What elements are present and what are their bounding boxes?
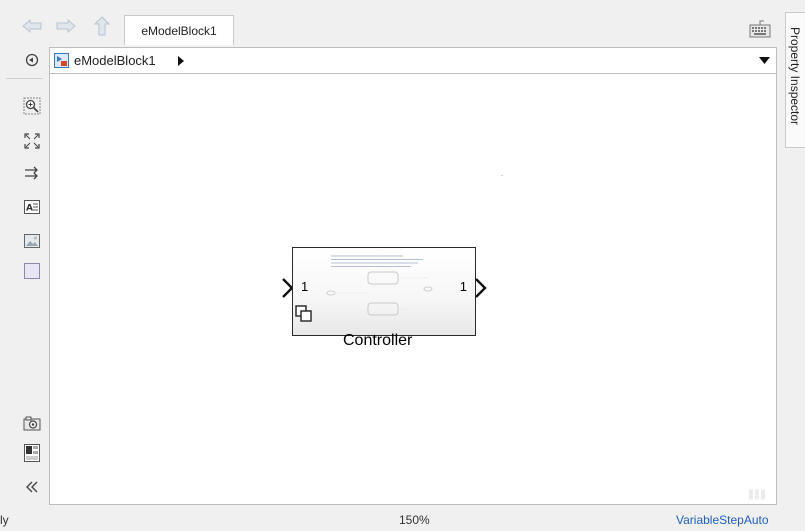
breadcrumb-arrow-icon[interactable]: [177, 56, 184, 66]
property-inspector-label: Property Inspector: [788, 27, 802, 126]
area-button[interactable]: [23, 262, 41, 280]
keyboard-icon[interactable]: [749, 20, 771, 38]
model-browser-toggle-button[interactable]: [23, 51, 41, 69]
resize-grip-icon: [749, 489, 765, 500]
arrow-up-icon: [94, 16, 110, 36]
toolbar-divider: [6, 78, 43, 79]
tab-emodelblock1[interactable]: eModelBlock1: [124, 15, 234, 45]
arrow-left-icon: [22, 19, 42, 33]
model-address-bar[interactable]: eModelBlock1: [49, 47, 777, 74]
breadcrumb-model-name[interactable]: eModelBlock1: [74, 53, 156, 68]
up-button[interactable]: [89, 14, 115, 38]
block-content-thumbnail: [326, 255, 433, 316]
forward-button[interactable]: [53, 14, 79, 38]
back-button[interactable]: [19, 14, 45, 38]
zoom-level-text[interactable]: 150%: [399, 513, 430, 527]
output-port-number: 1: [459, 279, 467, 294]
route-lines-button[interactable]: [23, 164, 41, 182]
image-button[interactable]: [23, 232, 41, 250]
toolstrip-nav-bar: eModelBlock1: [0, 0, 782, 45]
image-icon: [24, 234, 40, 248]
text-annotation-icon: A: [24, 200, 40, 214]
hide-toolbar-button[interactable]: [23, 478, 41, 496]
annotation-button[interactable]: A: [23, 198, 41, 216]
double-chevron-left-icon: [26, 481, 38, 493]
screenshot-button[interactable]: [23, 414, 41, 432]
input-port-number: 1: [301, 279, 309, 294]
chevron-down-icon[interactable]: [759, 57, 770, 64]
area-rectangle-icon: [24, 263, 40, 279]
status-ready-text: ly: [0, 513, 9, 527]
fit-to-view-button[interactable]: [23, 132, 41, 150]
model-reference-icon: [295, 305, 312, 322]
zoom-button[interactable]: [23, 97, 41, 115]
canvas-speck: [501, 175, 503, 176]
output-port-arrow[interactable]: [475, 278, 487, 298]
left-palette-toolbar: A: [0, 45, 49, 505]
block-name-label[interactable]: Controller: [343, 332, 412, 350]
fit-to-view-icon: [24, 133, 40, 149]
simulink-model-icon: [54, 53, 69, 68]
circle-arrow-icon: [25, 53, 39, 67]
camera-icon: [23, 416, 41, 431]
tab-label: eModelBlock1: [141, 23, 217, 38]
status-bar: ly 150% VariableStepAuto: [0, 505, 805, 531]
model-canvas[interactable]: 1 1 Controller: [49, 74, 777, 505]
model-data-icon: [24, 444, 40, 462]
arrow-right-icon: [56, 19, 76, 33]
model-block-controller[interactable]: 1 1: [292, 247, 476, 336]
solver-link[interactable]: VariableStepAuto: [676, 513, 769, 527]
svg-text:A: A: [26, 204, 33, 214]
zoom-in-icon: [23, 97, 41, 115]
model-data-editor-button[interactable]: [23, 444, 41, 462]
arrows-right-icon: [25, 166, 38, 180]
property-inspector-tab[interactable]: Property Inspector: [785, 12, 805, 148]
